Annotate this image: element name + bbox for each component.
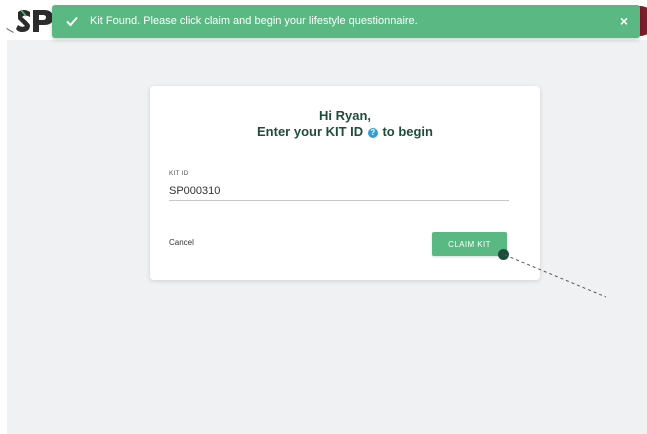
greeting: Hi Ryan, — [318, 108, 371, 123]
claim-kit-button[interactable]: CLAIM KIT — [432, 232, 507, 256]
sp-logo-icon[interactable] — [16, 8, 54, 34]
claim-kit-card: Hi Ryan, Enter your KIT ID ? to begin KI… — [150, 86, 540, 280]
page: Kit Found. Please click claim and begin … — [0, 0, 647, 434]
divider — [6, 28, 14, 33]
title-prefix: Enter your KIT ID — [257, 124, 364, 139]
cancel-button[interactable]: Cancel — [169, 238, 194, 247]
close-icon[interactable]: × — [620, 13, 628, 29]
kit-id-input[interactable] — [169, 182, 509, 201]
card-heading: Hi Ryan, Enter your KIT ID ? to begin — [150, 108, 540, 140]
kit-id-label: KIT ID — [169, 170, 189, 177]
toast-message: Kit Found. Please click claim and begin … — [90, 15, 418, 27]
success-toast: Kit Found. Please click claim and begin … — [52, 5, 640, 38]
check-icon — [66, 16, 78, 27]
cursor-indicator — [498, 249, 509, 260]
question-icon[interactable]: ? — [367, 128, 378, 138]
title-suffix: to begin — [382, 124, 433, 139]
